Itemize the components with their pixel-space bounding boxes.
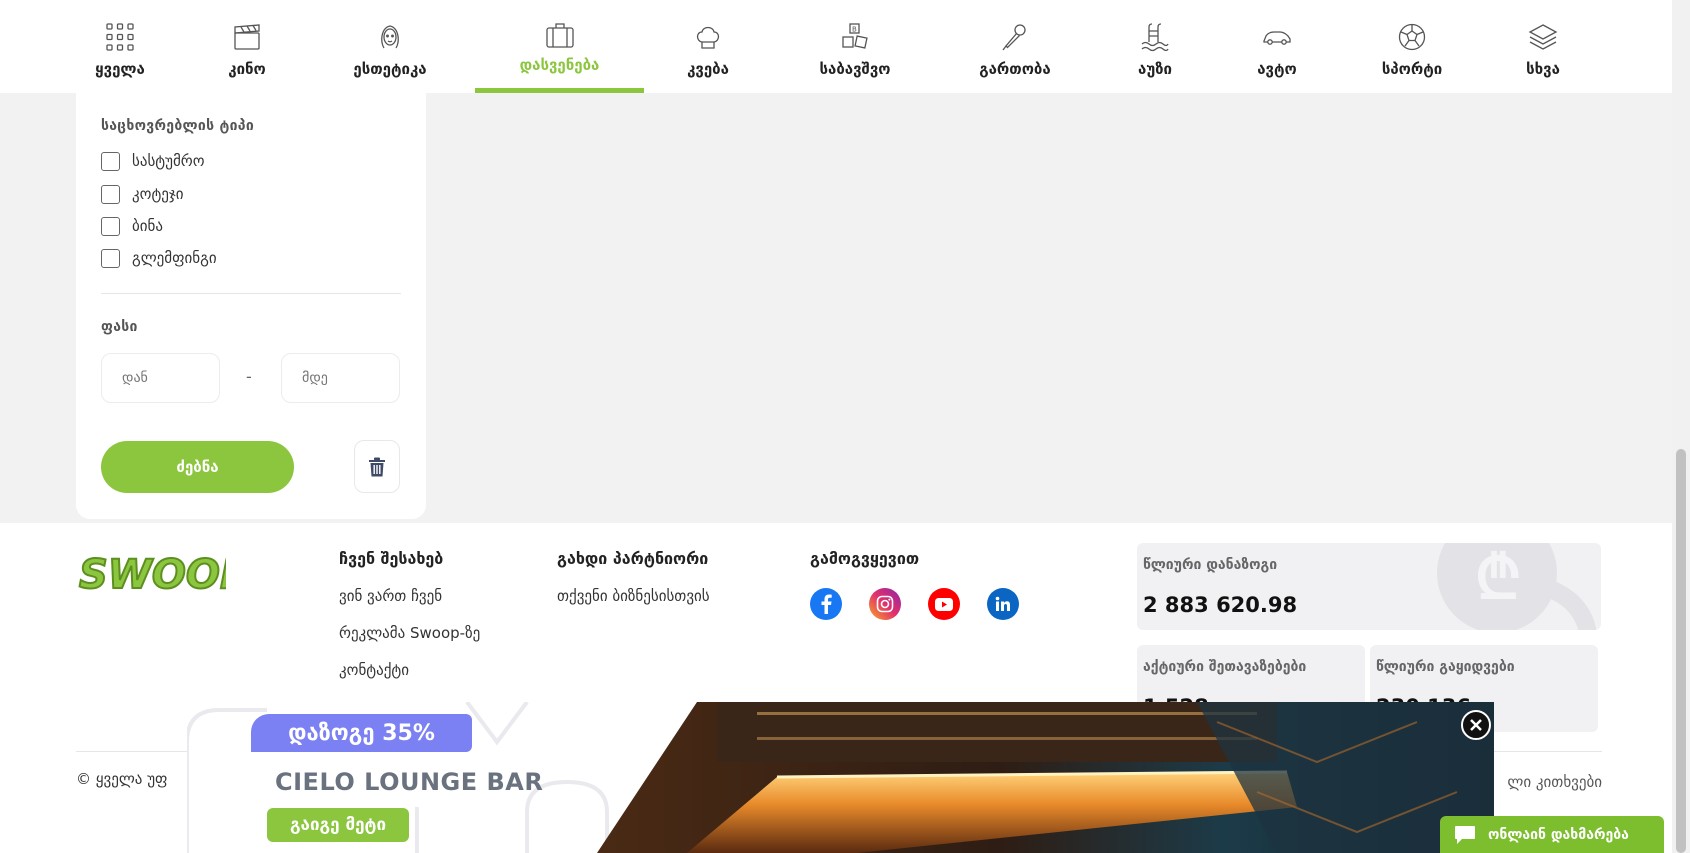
footer-link-advertise[interactable]: რეკლამა Swoop-ზე <box>339 624 480 642</box>
footer-link-business[interactable]: თქვენი ბიზნესისთვის <box>557 587 710 605</box>
close-icon <box>1470 719 1482 731</box>
footer-link-who-we-are[interactable]: ვინ ვართ ჩვენ <box>339 587 442 605</box>
youtube-link[interactable] <box>928 588 960 620</box>
instagram-link[interactable] <box>869 588 901 620</box>
svg-text:₾: ₾ <box>1475 543 1521 613</box>
chef-hat-icon <box>696 26 720 49</box>
clear-filters-button[interactable] <box>354 440 400 493</box>
category-label: კვება <box>687 60 729 78</box>
discount-badge: დაზოგე 35% <box>251 714 472 752</box>
footer-link-contact[interactable]: კონტაქტი <box>339 661 409 679</box>
yearly-sales-label: წლიური გაყიდვები <box>1376 659 1515 675</box>
price-to-input[interactable] <box>281 353 400 403</box>
category-aesthetics[interactable]: ესთეტიკა <box>340 0 440 93</box>
checkbox[interactable] <box>101 151 120 171</box>
category-cinema[interactable]: კინო <box>217 0 277 93</box>
logo-text: SWOOP <box>79 552 226 596</box>
housing-option-hotel[interactable]: სასტუმრო <box>101 150 205 172</box>
category-label: სპორტი <box>1381 60 1443 78</box>
category-label: გართობა <box>979 60 1051 78</box>
price-from-input[interactable] <box>101 353 220 403</box>
yearly-savings-card: ₾ წლიური დანაზოგი 2 883 620.98 <box>1137 543 1601 630</box>
checkbox-label: კოტეჯი <box>132 185 184 203</box>
category-label: აუზი <box>1138 60 1172 78</box>
checkbox-label: სასტუმრო <box>132 152 205 170</box>
checkbox-label: ბინა <box>132 217 163 235</box>
active-offers-label: აქტიური შეთავაზებები <box>1143 659 1307 675</box>
youtube-icon <box>935 597 953 611</box>
category-label: ესთეტიკა <box>353 60 427 78</box>
checkbox[interactable] <box>101 216 120 236</box>
category-pool[interactable]: აუზი <box>1130 0 1180 93</box>
partner-title: გახდი პარტნიორი <box>557 549 709 568</box>
category-nav: ყველა კინო ესთეტიკა დასვენება კვება B სა <box>0 0 1672 93</box>
active-tab-underline <box>475 88 644 93</box>
scrollbar-thumb[interactable] <box>1676 449 1686 853</box>
toy-blocks-icon: B <box>842 23 868 49</box>
svg-text:B: B <box>852 26 857 34</box>
grid-icon <box>106 23 134 51</box>
facebook-icon <box>821 594 832 614</box>
housing-option-apartment[interactable]: ბინა <box>101 215 163 237</box>
follow-title: გამოგვყევით <box>810 549 920 568</box>
clapperboard-icon <box>234 24 260 50</box>
section-divider <box>101 293 401 294</box>
copyright-text: © ყველა უფ <box>76 770 168 788</box>
housing-type-title: საცხოვრებლის ტიპი <box>101 118 255 134</box>
microphone-icon <box>1002 24 1026 51</box>
swoop-logo[interactable]: SWOOP <box>76 546 250 600</box>
venue-name: CIELO LOUNGE BAR <box>275 768 544 796</box>
category-kids[interactable]: B საბავშვო <box>805 0 905 93</box>
yearly-savings-value: 2 883 620.98 <box>1143 593 1298 617</box>
chat-icon <box>1455 825 1475 844</box>
category-label: სხვა <box>1526 60 1560 78</box>
trash-icon <box>369 457 385 476</box>
linkedin-icon <box>995 596 1010 611</box>
category-entertainment[interactable]: გართობა <box>970 0 1060 93</box>
online-help-button[interactable]: ონლაინ დახმარება <box>1440 816 1664 853</box>
linkedin-link[interactable] <box>987 588 1019 620</box>
lounge-bar-photo <box>597 702 1494 853</box>
category-sport[interactable]: სპორტი <box>1374 0 1450 93</box>
housing-option-cottage[interactable]: კოტეჯი <box>101 183 183 205</box>
price-title: ფასი <box>101 319 138 335</box>
price-separator: - <box>246 367 252 386</box>
category-vacation[interactable]: დასვენება <box>475 0 644 93</box>
suitcase-icon <box>545 23 574 48</box>
pool-icon <box>1141 23 1169 52</box>
category-food[interactable]: კვება <box>675 0 741 93</box>
category-other[interactable]: სხვა <box>1520 0 1566 93</box>
category-label: საბავშვო <box>819 60 891 78</box>
face-icon <box>381 25 399 49</box>
filter-panel: საცხოვრებლის ტიპი სასტუმრო კოტეჯი ბინა გ… <box>76 93 426 519</box>
lari-icon: ₾ <box>1437 543 1597 630</box>
layers-icon <box>1528 24 1558 50</box>
learn-more-button[interactable]: გაიგე მეტი <box>267 808 409 842</box>
car-icon <box>1263 31 1291 45</box>
checkbox-label: გლემფინგი <box>132 249 217 267</box>
category-label: კინო <box>228 60 266 78</box>
ad-banner[interactable]: დაზოგე 35% CIELO LOUNGE BAR გაიგე მეტი <box>187 702 1494 853</box>
category-label: ავტო <box>1257 60 1297 78</box>
category-label: ყველა <box>95 60 145 78</box>
checkbox[interactable] <box>101 184 120 204</box>
facebook-link[interactable] <box>810 588 842 620</box>
close-banner-button[interactable] <box>1461 710 1491 740</box>
instagram-icon <box>876 595 894 613</box>
category-label: დასვენება <box>519 56 600 74</box>
help-label: ონლაინ დახმარება <box>1488 826 1629 843</box>
checkbox[interactable] <box>101 248 120 268</box>
housing-option-glamping[interactable]: გლემფინგი <box>101 247 217 269</box>
category-all[interactable]: ყველა <box>85 0 155 93</box>
soccer-ball-icon <box>1398 23 1426 51</box>
faq-link[interactable]: ლი კითხვები <box>1507 773 1602 791</box>
about-title: ჩვენ შესახებ <box>339 549 444 568</box>
yearly-savings-label: წლიური დანაზოგი <box>1143 557 1278 573</box>
search-button[interactable]: ძებნა <box>101 441 294 493</box>
category-auto[interactable]: ავტო <box>1250 0 1304 93</box>
